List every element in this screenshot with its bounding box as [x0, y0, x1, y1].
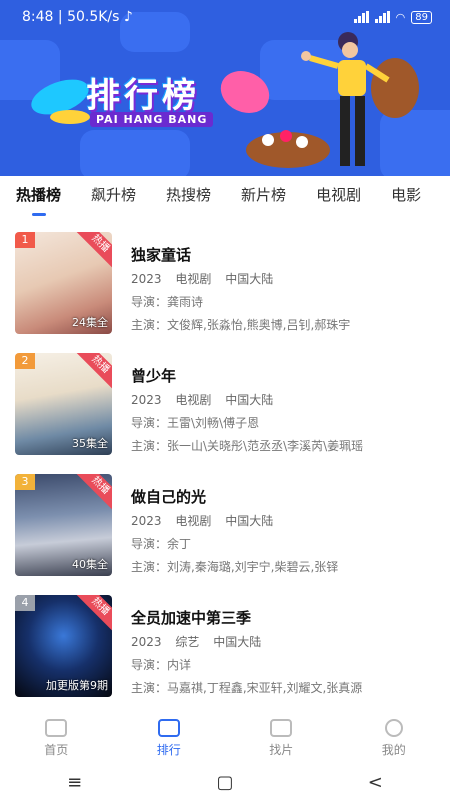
- home-icon: [45, 718, 68, 737]
- rank-badge: 2: [15, 353, 35, 369]
- status-bar: 8:48 | 50.5K/s ♪ ◠ 89: [0, 0, 450, 34]
- hot-tag: 热播: [73, 595, 112, 634]
- network-speed: 50.5K/s: [67, 9, 120, 25]
- poster-image[interactable]: 2 热播 35集全: [15, 353, 112, 455]
- item-cast: 主演：马嘉祺,丁程鑫,宋亚轩,刘耀文,张真源: [131, 681, 363, 695]
- poster-image[interactable]: 1 热播 24集全: [15, 232, 112, 334]
- tab-rising[interactable]: 飙升榜: [91, 176, 136, 222]
- ranking-icon: [157, 718, 180, 737]
- nav-home-label: 首页: [44, 742, 69, 757]
- system-navigation: ≡ ▢ <: [0, 764, 450, 800]
- episode-count: 24集全: [72, 316, 108, 329]
- signal-icon: [353, 11, 369, 23]
- user-icon: [384, 718, 403, 737]
- item-region: 中国大陆: [225, 272, 274, 286]
- tab-tv[interactable]: 电视剧: [316, 176, 361, 222]
- item-cast: 主演：刘涛,秦海璐,刘宇宁,柴碧云,张铎: [131, 560, 339, 574]
- rank-badge: 4: [15, 595, 35, 611]
- header-banner: 8:48 | 50.5K/s ♪ ◠ 89 排行榜 PAI HANG BANG: [0, 0, 450, 176]
- item-title[interactable]: 做自己的光: [131, 486, 206, 507]
- tab-new[interactable]: 新片榜: [241, 176, 286, 222]
- episode-count: 35集全: [72, 437, 108, 450]
- item-type: 综艺: [175, 635, 200, 649]
- item-title[interactable]: 曾少年: [131, 365, 176, 386]
- bottom-nav: 首页 排行 找片 我的: [0, 712, 450, 764]
- item-director: 导演：余丁: [131, 537, 192, 551]
- list-item[interactable]: 1 热播 24集全 独家童话 2023 电视剧 中国大陆 导演：龚雨诗 主演：文…: [0, 222, 450, 334]
- banner-title: 排行榜: [86, 76, 200, 116]
- list-item[interactable]: 2 热播 35集全 曾少年 2023 电视剧 中国大陆 导演：王雷\刘畅\傅子恩…: [0, 343, 450, 455]
- banner-subtitle: PAI HANG BANG: [90, 112, 214, 127]
- item-region: 中国大陆: [225, 514, 274, 528]
- battery-icon: 89: [411, 10, 432, 24]
- hot-tag: 热播: [73, 232, 112, 271]
- video-icon: [270, 718, 293, 737]
- item-title[interactable]: 全员加速中第三季: [131, 607, 251, 628]
- episode-count: 40集全: [72, 558, 108, 571]
- item-cast: 主演：文俊辉,张淼怡,熊奥博,吕钊,郝珠宇: [131, 318, 351, 332]
- item-year: 2023: [131, 635, 162, 649]
- item-year: 2023: [131, 272, 162, 286]
- wifi-icon: ◠: [395, 10, 406, 24]
- item-region: 中国大陆: [225, 393, 274, 407]
- item-region: 中国大陆: [213, 635, 262, 649]
- item-meta: 2023 电视剧 中国大陆: [131, 391, 283, 408]
- item-title[interactable]: 独家童话: [131, 244, 191, 265]
- tab-hot-play[interactable]: 热播榜: [16, 176, 61, 222]
- nav-me[interactable]: 我的: [354, 718, 434, 758]
- poster-image[interactable]: 4 热播 加更版第9期: [15, 595, 112, 697]
- back-icon[interactable]: <: [368, 772, 383, 793]
- nav-home[interactable]: 首页: [16, 718, 96, 758]
- person-illustration: [246, 32, 419, 168]
- mute-icon: ♪: [123, 9, 133, 25]
- item-meta: 2023 电视剧 中国大陆: [131, 512, 283, 529]
- status-time: 8:48: [22, 9, 54, 25]
- ranking-tabs: 热播榜 飙升榜 热搜榜 新片榜 电视剧 电影: [0, 176, 450, 222]
- item-year: 2023: [131, 393, 162, 407]
- rank-badge: 3: [15, 474, 35, 490]
- poster-image[interactable]: 3 热播 40集全: [15, 474, 112, 576]
- list-item[interactable]: 4 热播 加更版第9期 全员加速中第三季 2023 综艺 中国大陆 导演：内详 …: [0, 585, 450, 697]
- item-type: 电视剧: [175, 272, 212, 286]
- nav-ranking-label: 排行: [156, 742, 181, 757]
- item-year: 2023: [131, 514, 162, 528]
- item-type: 电视剧: [175, 393, 212, 407]
- hot-tag: 热播: [73, 474, 112, 513]
- nav-find-label: 找片: [269, 742, 294, 757]
- rank-badge: 1: [15, 232, 35, 248]
- home-square-icon[interactable]: ▢: [216, 772, 233, 793]
- ranking-logo: 排行榜 PAI HANG BANG: [26, 62, 277, 134]
- menu-icon[interactable]: ≡: [67, 772, 82, 793]
- item-cast: 主演：张一山\关晓彤\范丞丞\李溪芮\姜珮瑶: [131, 439, 364, 453]
- episode-count: 加更版第9期: [46, 679, 108, 692]
- list-item[interactable]: 3 热播 40集全 做自己的光 2023 电视剧 中国大陆 导演：余丁 主演：刘…: [0, 464, 450, 576]
- item-director: 导演：王雷\刘畅\傅子恩: [131, 416, 260, 430]
- hot-tag: 热播: [73, 353, 112, 392]
- tab-hot-search[interactable]: 热搜榜: [166, 176, 211, 222]
- nav-ranking[interactable]: 排行: [129, 718, 209, 758]
- nav-find[interactable]: 找片: [241, 718, 321, 758]
- item-meta: 2023 电视剧 中国大陆: [131, 270, 283, 287]
- item-meta: 2023 综艺 中国大陆: [131, 633, 271, 650]
- item-director: 导演：龚雨诗: [131, 295, 204, 309]
- nav-me-label: 我的: [381, 742, 406, 757]
- tab-movie[interactable]: 电影: [391, 176, 421, 222]
- signal-icon-2: [374, 11, 390, 23]
- item-director: 导演：内详: [131, 658, 192, 672]
- item-type: 电视剧: [175, 514, 212, 528]
